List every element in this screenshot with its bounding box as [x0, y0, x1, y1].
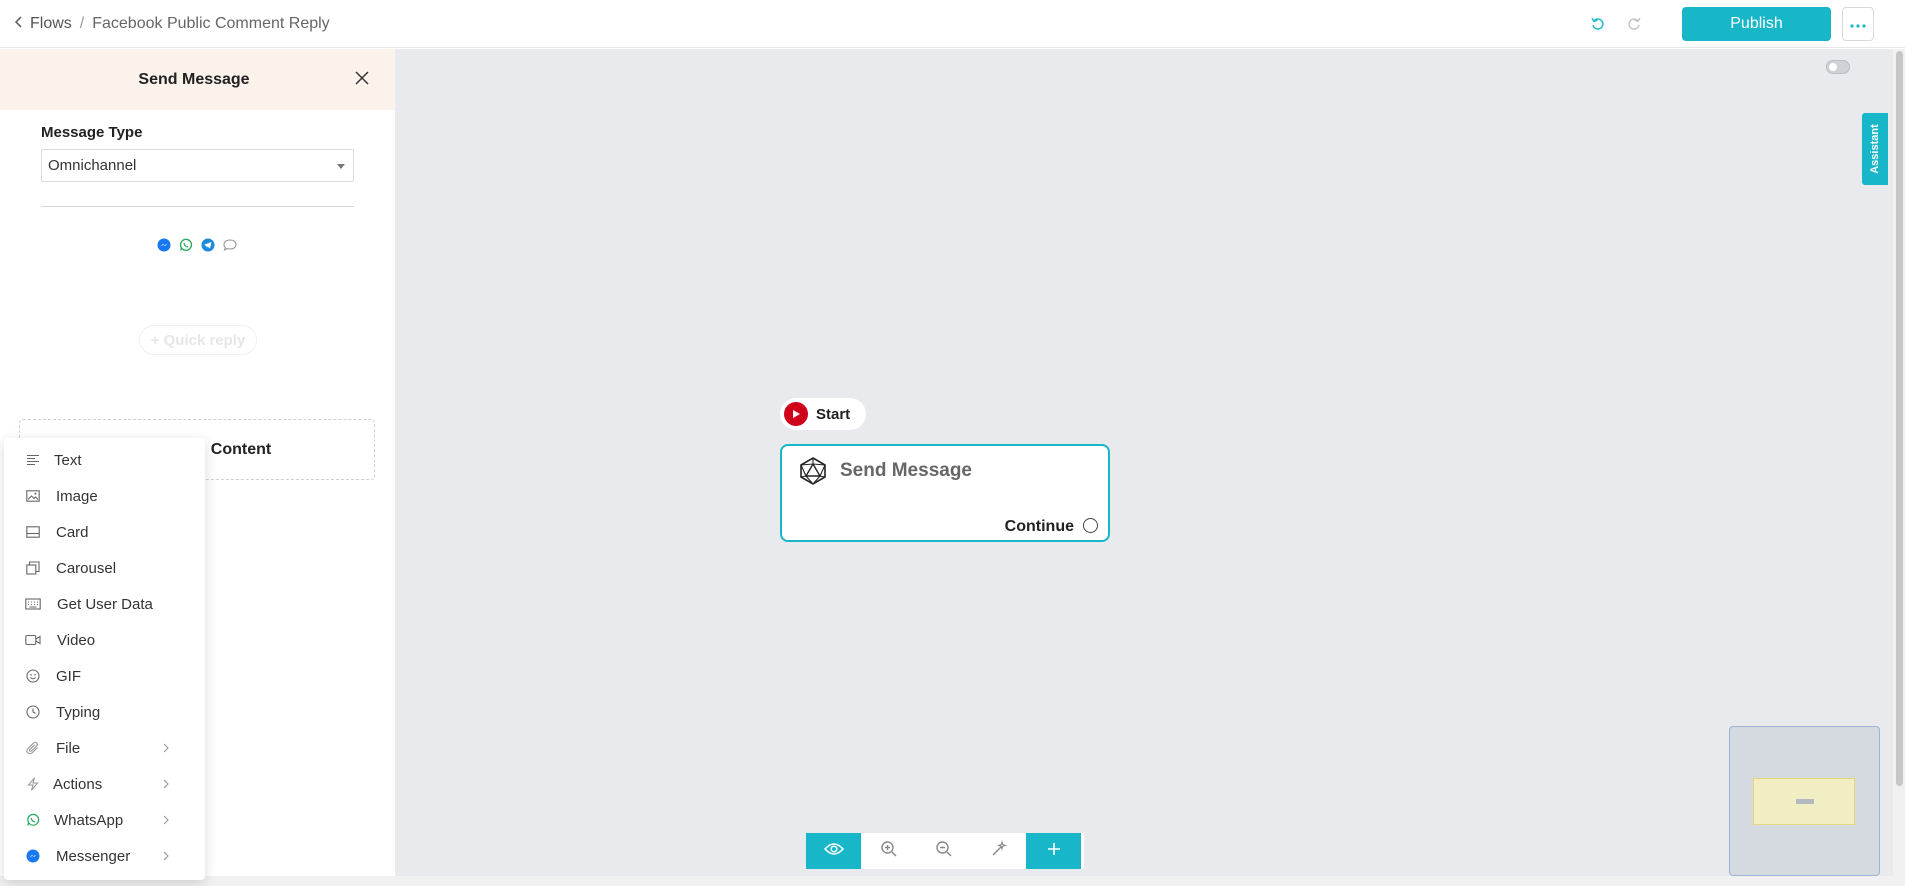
polyhedron-icon — [798, 456, 828, 486]
close-icon[interactable] — [353, 69, 371, 87]
chevron-right-icon — [161, 779, 171, 789]
menu-item-label: Actions — [53, 775, 103, 793]
menu-item-label: File — [56, 739, 81, 757]
panel-header: Send Message — [0, 49, 395, 110]
menu-item-label: WhatsApp — [54, 811, 124, 829]
horizontal-scrollbar[interactable] — [0, 876, 1893, 886]
play-icon — [784, 402, 808, 426]
menu-item-gif[interactable]: GIF — [4, 658, 205, 694]
channel-icons — [156, 237, 238, 253]
publish-button[interactable]: Publish — [1682, 7, 1831, 41]
message-type-label: Message Type — [41, 124, 143, 141]
history-controls — [1588, 14, 1644, 34]
breadcrumb: Flows / Facebook Public Comment Reply — [14, 0, 330, 48]
divider — [41, 206, 354, 207]
assistant-tab[interactable]: Assistant — [1862, 113, 1888, 185]
menu-item-label: Card — [56, 523, 89, 541]
content-type-menu: Text Image Card Carousel Get User Data V… — [4, 438, 205, 880]
canvas-toggle[interactable] — [1826, 60, 1850, 74]
scrollbar-thumb[interactable] — [1896, 51, 1903, 786]
chevron-right-icon — [161, 815, 171, 825]
redo-icon[interactable] — [1624, 14, 1644, 34]
menu-item-label: Video — [57, 631, 96, 649]
menu-item-label: GIF — [56, 667, 81, 685]
menu-item-text[interactable]: Text — [4, 442, 205, 478]
undo-icon[interactable] — [1588, 14, 1608, 34]
chevron-right-icon — [161, 851, 171, 861]
chevron-right-icon — [161, 743, 171, 753]
flow-name: Facebook Public Comment Reply — [92, 15, 330, 32]
menu-item-typing[interactable]: Typing — [4, 694, 205, 730]
lightning-icon — [25, 776, 41, 792]
zoom-in-button[interactable] — [861, 833, 916, 869]
minimap-node — [1796, 799, 1814, 804]
menu-item-get-user-data[interactable]: Get User Data — [4, 586, 205, 622]
clock-icon — [25, 704, 41, 720]
top-bar: Flows / Facebook Public Comment Reply Pu… — [0, 0, 1905, 48]
eye-icon — [823, 842, 844, 861]
menu-item-label: Messenger — [56, 847, 131, 865]
menu-item-whatsapp[interactable]: WhatsApp — [4, 802, 205, 838]
menu-item-image[interactable]: Image — [4, 478, 205, 514]
quick-reply-button[interactable]: + Quick reply — [139, 325, 257, 355]
minimap[interactable] — [1729, 726, 1880, 876]
continue-port[interactable] — [1083, 518, 1098, 533]
image-icon — [25, 488, 41, 504]
breadcrumb-flows[interactable]: Flows — [30, 15, 72, 33]
auto-arrange-button[interactable] — [971, 833, 1026, 869]
menu-item-label: Typing — [56, 703, 101, 721]
menu-item-carousel[interactable]: Carousel — [4, 550, 205, 586]
send-node-title: Send Message — [840, 460, 972, 481]
menu-item-label: Text — [54, 451, 82, 469]
back-to-flows-link[interactable]: Flows — [14, 15, 72, 34]
plus-icon — [1047, 842, 1061, 861]
menu-item-video[interactable]: Video — [4, 622, 205, 658]
whatsapp-icon — [178, 237, 194, 253]
carousel-icon — [25, 560, 41, 576]
menu-item-label: Carousel — [56, 559, 117, 577]
start-node[interactable]: Start — [780, 398, 866, 430]
messenger-icon — [25, 848, 41, 864]
video-icon — [25, 632, 41, 648]
magic-wand-icon — [990, 839, 1008, 863]
menu-item-messenger[interactable]: Messenger — [4, 838, 205, 874]
menu-item-label: Get User Data — [57, 595, 153, 613]
zoom-out-icon — [935, 840, 953, 863]
message-type-value: Omnichannel — [48, 157, 137, 174]
start-node-label: Start — [816, 405, 851, 423]
whatsapp-icon — [25, 812, 41, 828]
preview-button[interactable] — [806, 833, 861, 869]
continue-label: Continue — [1004, 518, 1074, 535]
caret-down-icon — [337, 164, 345, 169]
more-options-button[interactable] — [1842, 7, 1874, 41]
zoom-in-icon — [880, 840, 898, 863]
message-type-select[interactable]: Omnichannel — [41, 149, 354, 182]
gif-icon — [25, 668, 41, 684]
menu-item-file[interactable]: File — [4, 730, 205, 766]
minimap-viewport[interactable] — [1753, 778, 1855, 825]
text-lines-icon — [25, 452, 41, 468]
add-node-button[interactable] — [1026, 833, 1081, 869]
telegram-icon — [200, 237, 216, 253]
panel-title: Send Message — [138, 71, 250, 88]
assistant-label: Assistant — [1869, 124, 1881, 174]
zoom-out-button[interactable] — [916, 833, 971, 869]
canvas-toolbar — [806, 833, 1084, 869]
card-icon — [25, 524, 41, 540]
add-content-label: Content — [210, 440, 272, 458]
chevron-left-icon — [14, 15, 24, 34]
menu-item-card[interactable]: Card — [4, 514, 205, 550]
send-message-node[interactable]: Send Message Continue — [780, 444, 1110, 542]
messenger-icon — [156, 237, 172, 253]
ellipsis-icon — [1850, 15, 1866, 33]
keyboard-icon — [25, 596, 41, 612]
menu-item-actions[interactable]: Actions — [4, 766, 205, 802]
paperclip-icon — [25, 740, 41, 756]
breadcrumb-separator: / — [79, 15, 85, 32]
vertical-scrollbar[interactable] — [1893, 49, 1905, 886]
menu-item-label: Image — [56, 487, 98, 505]
livechat-icon — [222, 237, 238, 253]
